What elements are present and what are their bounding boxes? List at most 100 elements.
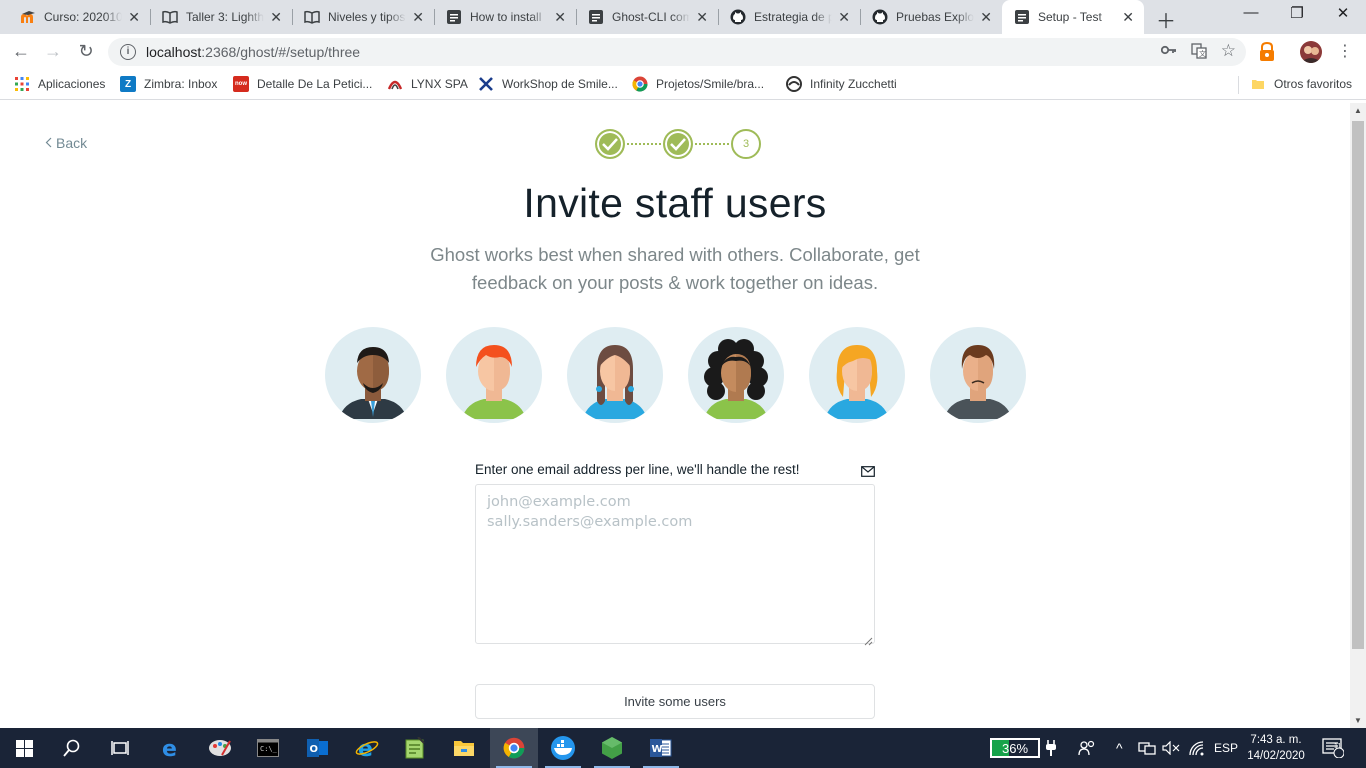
book-icon <box>304 9 320 25</box>
close-tab-icon[interactable]: ✕ <box>980 9 992 26</box>
resize-handle-icon[interactable] <box>863 632 873 646</box>
bookmark-item[interactable]: Z Zimbra: Inbox <box>120 76 217 92</box>
email-placeholder-line: sally.sanders@example.com <box>487 514 693 530</box>
tab-title: Curso: 202010 <box>44 10 123 24</box>
power-plug-icon[interactable] <box>1045 728 1057 768</box>
email-textarea[interactable]: john@example.com sally.sanders@example.c… <box>475 484 875 646</box>
bookmark-label: Projetos/Smile/bra... <box>656 77 765 91</box>
close-tab-icon[interactable]: ✕ <box>270 9 282 26</box>
profile-avatar[interactable] <box>1300 41 1322 63</box>
close-tab-icon[interactable]: ✕ <box>128 9 140 26</box>
forward-arrow-icon[interactable]: → <box>42 41 64 62</box>
envelope-icon <box>861 464 875 477</box>
system-clock[interactable]: 7:43 a. m. 14/02/2020 <box>1246 732 1306 764</box>
site-info-icon[interactable]: i <box>120 44 136 60</box>
search-icon[interactable] <box>48 728 96 768</box>
close-tab-icon[interactable]: ✕ <box>838 9 850 26</box>
tab-title: Ghost-CLI com <box>612 10 691 24</box>
invite-users-button[interactable]: Invite some users <box>475 684 875 719</box>
other-bookmarks[interactable]: Otros favoritos <box>1250 76 1352 92</box>
moodle-icon <box>20 9 36 25</box>
bookmark-item[interactable]: WorkShop de Smile... <box>478 76 618 92</box>
translate-icon[interactable]: 文 <box>1191 43 1207 62</box>
browser-tab[interactable]: How to install ✕ <box>434 0 576 34</box>
apps-grid-icon <box>14 76 30 92</box>
windows-start-icon[interactable] <box>0 728 48 768</box>
new-tab-plus-icon[interactable]: ＋ <box>1156 5 1176 34</box>
browser-tab[interactable]: Taller 3: Lighth ✕ <box>150 0 292 34</box>
bookmark-label: Detalle De La Petici... <box>257 77 373 91</box>
paint-icon[interactable] <box>196 728 244 768</box>
terminal-icon[interactable]: C:\_ <box>244 728 292 768</box>
chrome-taskbar-icon[interactable] <box>490 728 538 768</box>
browser-tab[interactable]: Niveles y tipos ✕ <box>292 0 434 34</box>
reload-icon[interactable]: ↻ <box>75 41 97 62</box>
bookmark-label: Infinity Zucchetti <box>810 77 897 91</box>
outlook-icon[interactable]: O <box>294 728 342 768</box>
browser-tab[interactable]: Ghost-CLI com ✕ <box>576 0 718 34</box>
browser-tab[interactable]: Curso: 202010 ✕ <box>8 0 150 34</box>
windows-taskbar: e C:\_ O e W 36% ^ ESP 7:43 a. m. 14/02/… <box>0 728 1366 768</box>
tab-title: Niveles y tipos <box>328 10 407 24</box>
bookmark-item[interactable]: now Detalle De La Petici... <box>233 76 372 92</box>
star-icon[interactable]: ☆ <box>1221 42 1236 62</box>
back-arrow-icon[interactable]: ← <box>10 41 32 62</box>
close-tab-icon[interactable]: ✕ <box>1122 9 1134 26</box>
staff-avatars <box>325 327 1026 423</box>
scroll-down-icon[interactable]: ▼ <box>1350 716 1366 725</box>
bookmark-item[interactable]: Aplicaciones <box>14 76 105 92</box>
close-tab-icon[interactable]: ✕ <box>696 9 708 26</box>
nodejs-icon[interactable] <box>588 728 636 768</box>
file-explorer-icon[interactable] <box>440 728 488 768</box>
browser-tab[interactable]: Pruebas Explor ✕ <box>860 0 1002 34</box>
battery-percent: 36% <box>1001 740 1029 756</box>
browser-menu-icon[interactable]: ⋮ <box>1334 41 1356 61</box>
bookmark-label: Zimbra: Inbox <box>144 77 218 91</box>
avatar <box>809 327 905 423</box>
notifications-icon[interactable]: 11 <box>1322 728 1344 768</box>
clock-date: 14/02/2020 <box>1247 750 1305 762</box>
minimize-icon[interactable]: — <box>1228 4 1274 21</box>
tab-title: Taller 3: Lighth <box>186 10 265 24</box>
url-host: localhost <box>146 44 202 60</box>
bookmark-item[interactable]: LYNX SPA <box>387 76 468 92</box>
tab-title: Pruebas Explor <box>896 10 975 24</box>
network-icon[interactable] <box>1138 728 1156 768</box>
step-connector <box>627 143 661 145</box>
extension-icon[interactable] <box>1258 41 1278 62</box>
bookmarks-bar: Aplicaciones Z Zimbra: Inbox now Detalle… <box>0 70 1366 100</box>
key-icon[interactable] <box>1160 43 1177 62</box>
edge-icon[interactable]: e <box>148 728 196 768</box>
bookmark-label: WorkShop de Smile... <box>502 77 618 91</box>
clock-time: 7:43 a. m. <box>1250 734 1302 746</box>
bookmark-item[interactable]: Projetos/Smile/bra... <box>632 76 764 92</box>
chevron-up-icon[interactable]: ^ <box>1116 728 1123 768</box>
close-tab-icon[interactable]: ✕ <box>554 9 566 26</box>
battery-indicator[interactable]: 36% <box>990 738 1040 758</box>
scroll-up-icon[interactable]: ▲ <box>1350 106 1366 115</box>
internet-explorer-icon[interactable]: e <box>343 728 391 768</box>
notepad-plus-icon[interactable] <box>391 728 439 768</box>
step-connector <box>695 143 729 145</box>
word-icon[interactable]: W <box>637 728 685 768</box>
docker-icon[interactable] <box>539 728 587 768</box>
restore-icon[interactable]: ❐ <box>1274 4 1320 22</box>
avatar <box>567 327 663 423</box>
setup-progress: 3 <box>595 129 761 159</box>
svg-text:C:\_: C:\_ <box>260 745 278 753</box>
bookmark-item[interactable]: Infinity Zucchetti <box>786 76 897 92</box>
address-bar[interactable]: i localhost:2368/ghost/#/setup/three 文 ☆ <box>108 38 1246 66</box>
wifi-icon[interactable] <box>1188 728 1206 768</box>
people-icon[interactable] <box>1078 728 1096 768</box>
task-view-icon[interactable] <box>96 728 144 768</box>
volume-muted-icon[interactable] <box>1162 728 1180 768</box>
back-link[interactable]: Back <box>45 135 87 151</box>
notification-count: 11 <box>1334 743 1342 750</box>
language-indicator[interactable]: ESP <box>1214 728 1238 768</box>
page-scrollbar[interactable]: ▲ ▼ <box>1350 103 1366 728</box>
close-window-icon[interactable]: ✕ <box>1320 4 1366 22</box>
browser-tab[interactable]: Estrategia de p ✕ <box>718 0 860 34</box>
browser-tab-active[interactable]: Setup - Test ✕ <box>1002 0 1144 34</box>
close-tab-icon[interactable]: ✕ <box>412 9 424 26</box>
scrollbar-thumb[interactable] <box>1352 121 1364 649</box>
